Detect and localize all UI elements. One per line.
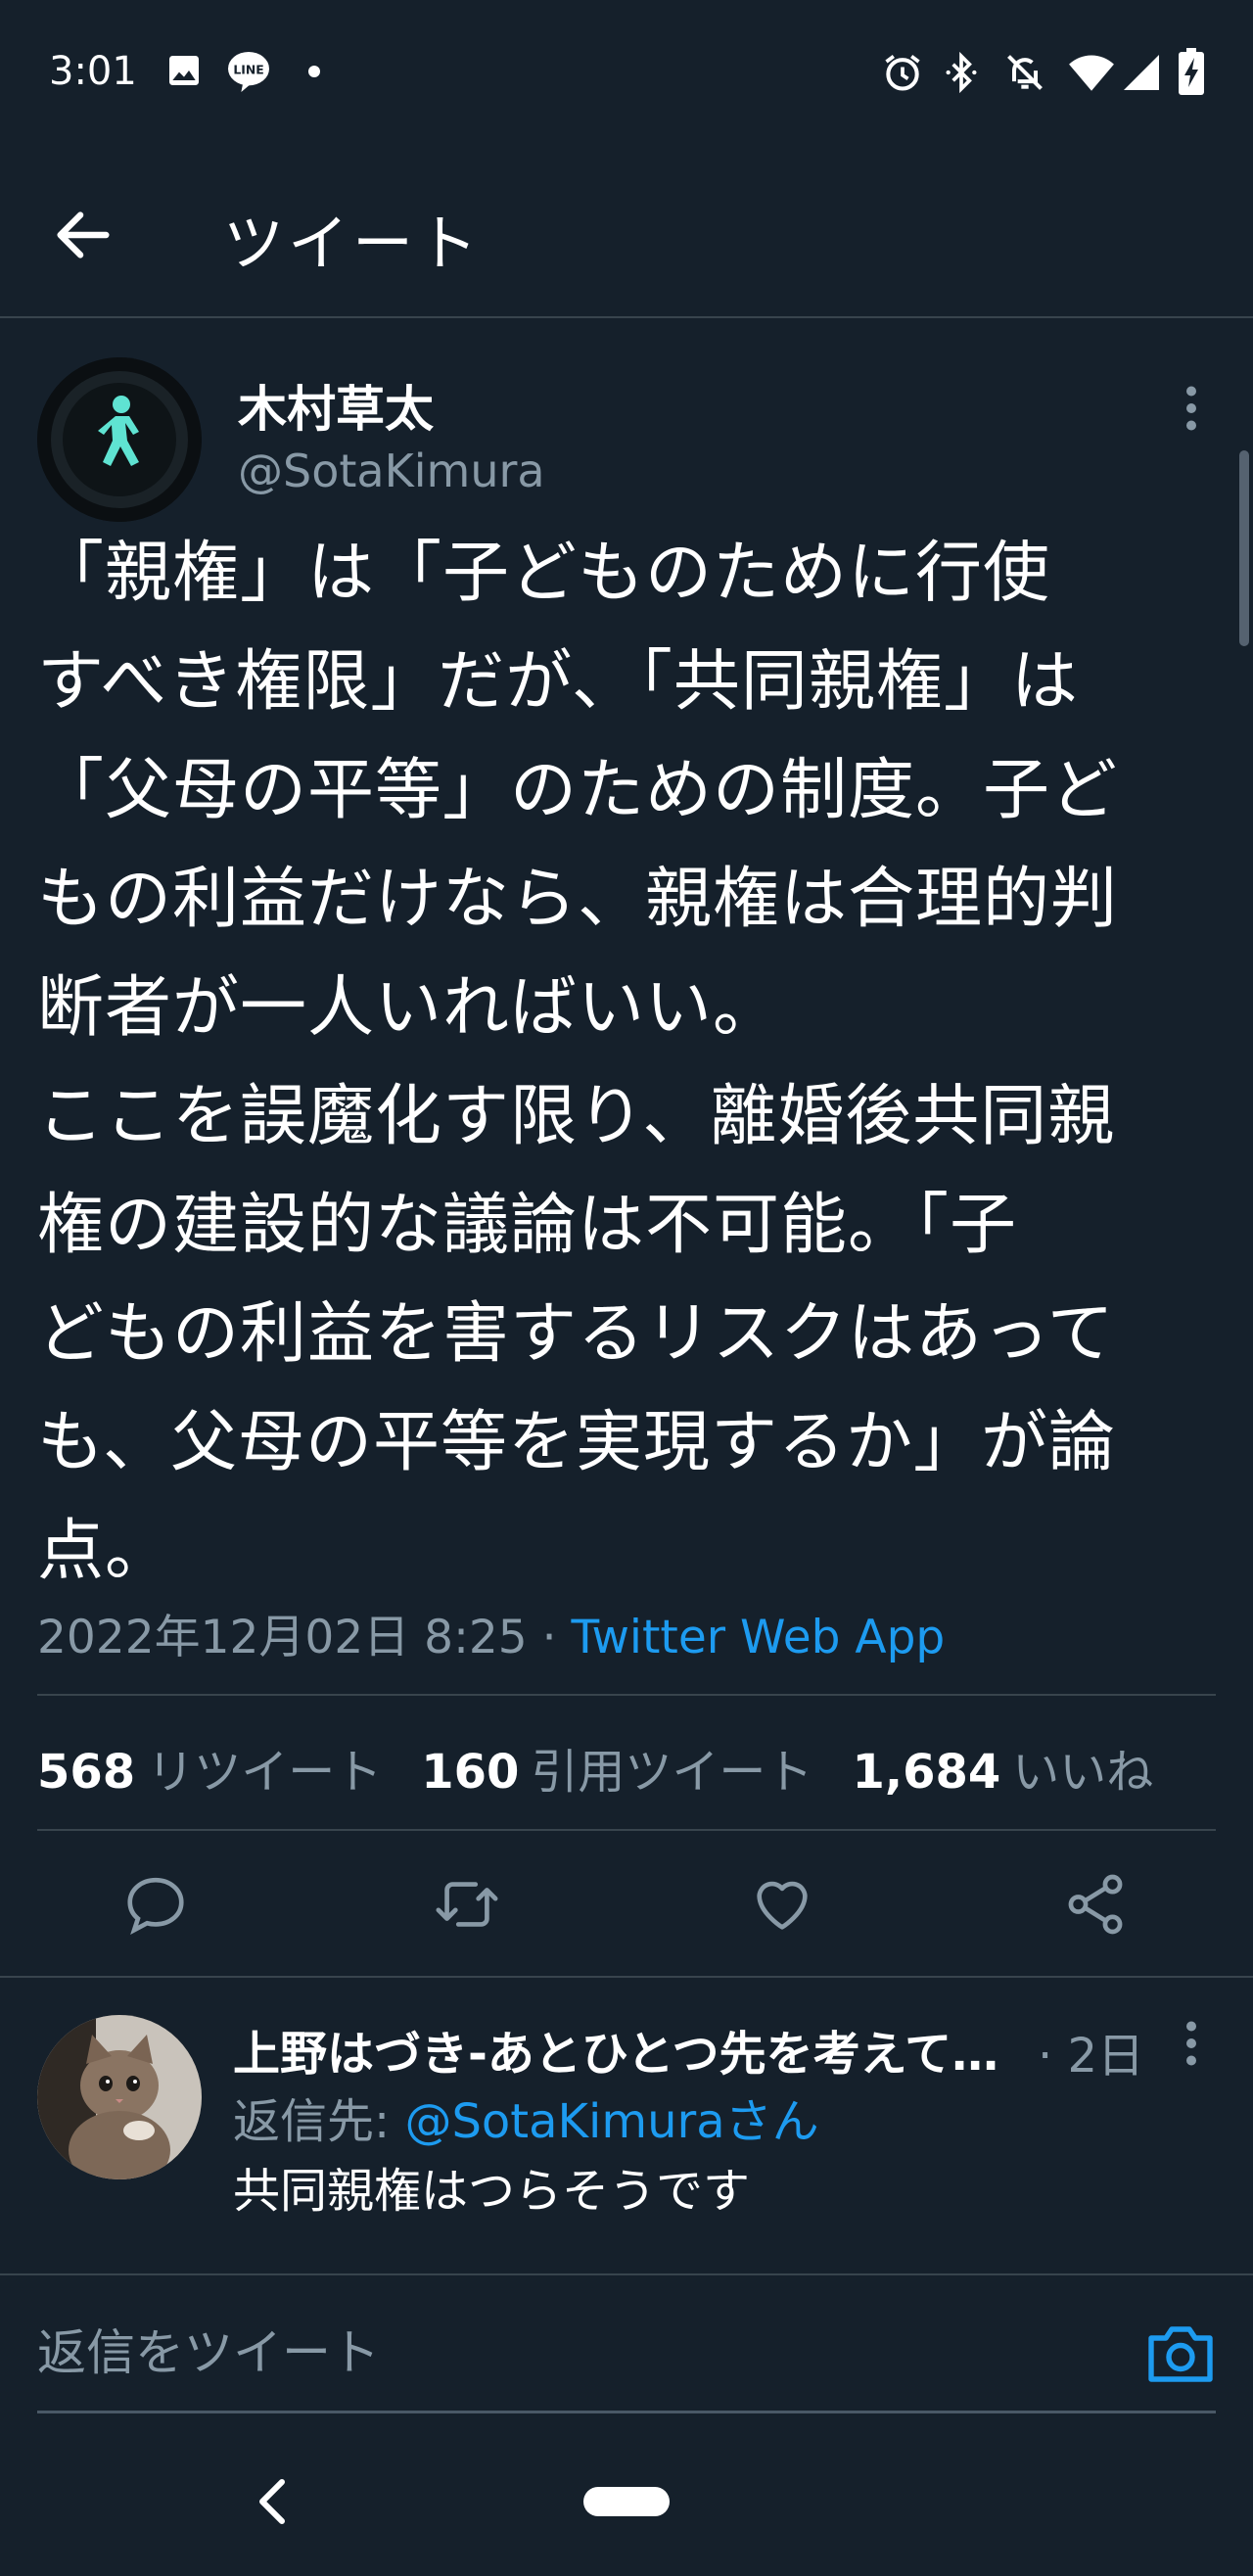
svg-text:LINE: LINE (233, 62, 263, 76)
reply-author-name[interactable]: 上野はづき-あとひとつ先を考えて… (233, 2015, 1016, 2084)
status-bar: 3:01 LINE (0, 0, 1253, 147)
wifi-icon (1069, 55, 1114, 91)
tweet-text: 「親権」は「子どものために行使 すべき権限」だが、「共同親権」は 「父母の平等」… (37, 535, 1119, 1590)
quote-label[interactable]: 引用ツイート (531, 1745, 812, 1800)
like-icon[interactable] (748, 1870, 816, 1939)
author-name[interactable]: 木村草太 (238, 370, 434, 441)
meta-separator: · (527, 1611, 572, 1664)
tweet-meta: 2022年12月02日 8:25 · Twitter Web App (37, 1599, 945, 1666)
divider (37, 1829, 1216, 1831)
like-count[interactable]: 1,684 (852, 1745, 1000, 1800)
reply-time: · 2日 (1038, 2029, 1145, 2084)
reply-to-line: 返信先: @SotaKimuraさん (233, 2083, 819, 2151)
more-options-icon[interactable] (1177, 2019, 1206, 2068)
avatar[interactable] (37, 357, 202, 522)
chevron-left-icon[interactable] (253, 2477, 292, 2526)
divider (0, 2273, 1253, 2275)
share-icon[interactable] (1061, 1870, 1130, 1939)
scrollbar[interactable] (1239, 450, 1249, 646)
reply-avatar[interactable] (37, 2015, 202, 2179)
tweet-datetime: 2022年12月02日 8:25 (37, 1611, 528, 1664)
reply-compose-input[interactable] (37, 2318, 1114, 2387)
alarm-icon (885, 55, 920, 91)
signal-icon (1124, 55, 1159, 90)
notifications-off-icon (1007, 55, 1043, 90)
reply-text: 共同親権はつらそうです (233, 2164, 751, 2219)
top-app-bar: ツイート (0, 147, 1253, 318)
reply-to-label: 返信先: (233, 2094, 405, 2149)
home-pill-button[interactable] (583, 2487, 670, 2516)
status-time: 3:01 (49, 49, 137, 94)
reply-icon[interactable] (121, 1870, 190, 1939)
divider (37, 1694, 1216, 1696)
retweet-icon[interactable] (433, 1870, 501, 1939)
battery-charging-icon (1179, 48, 1204, 95)
like-label[interactable]: いいね (1012, 1745, 1153, 1800)
camera-icon[interactable] (1145, 2320, 1216, 2385)
avatar-pedestrian-signal-image (37, 357, 202, 522)
dot-icon (308, 66, 320, 77)
author-handle[interactable]: @SotaKimura (238, 445, 545, 497)
retweet-count[interactable]: 568 (37, 1745, 135, 1800)
image-icon (169, 56, 199, 85)
reply-to-mention[interactable]: @SotaKimuraさん (404, 2094, 818, 2149)
tweet-source-link[interactable]: Twitter Web App (572, 1611, 946, 1664)
quote-count[interactable]: 160 (421, 1745, 519, 1800)
line-app-icon: LINE (228, 51, 269, 92)
bluetooth-icon (946, 51, 977, 94)
avatar-kitten-image (37, 2015, 202, 2179)
arrow-left-icon[interactable] (49, 201, 117, 269)
more-options-icon[interactable] (1177, 384, 1206, 433)
tweet-stats: 568 リツイート 160 引用ツイート 1,684 いいね (37, 1733, 1192, 1802)
divider (0, 1976, 1253, 1978)
compose-underline (37, 2411, 1216, 2413)
page-title: ツイート (223, 208, 483, 279)
retweet-label[interactable]: リツイート (147, 1745, 382, 1800)
